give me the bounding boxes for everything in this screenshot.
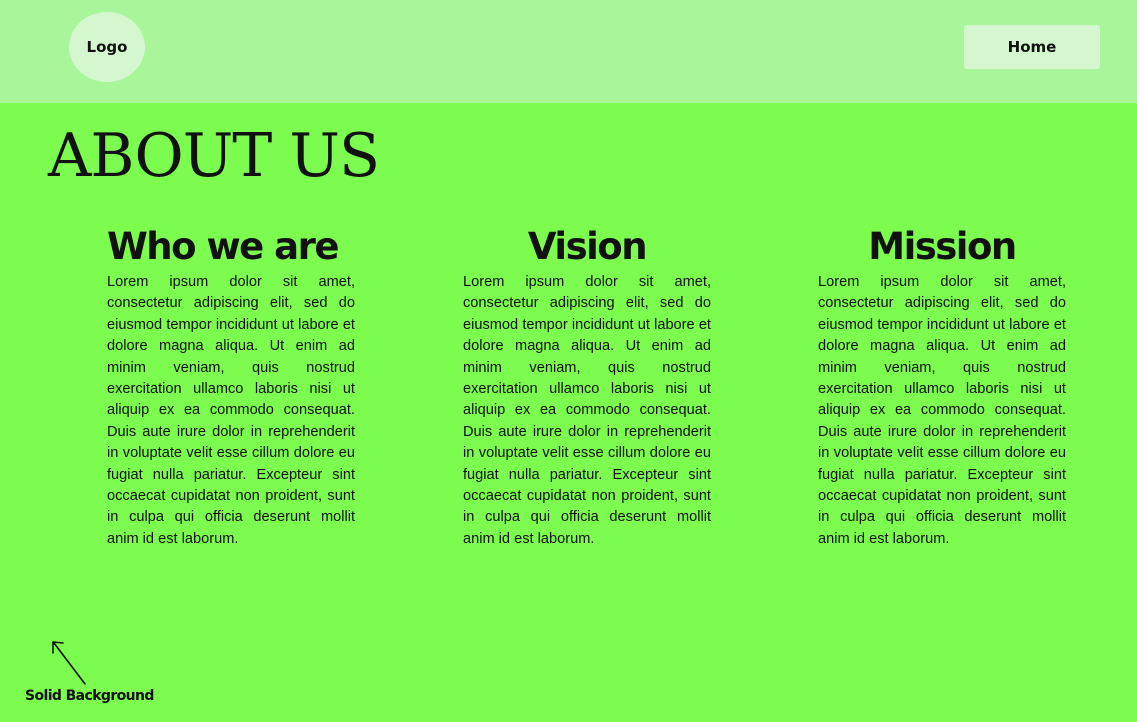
who-we-are-text: Lorem ipsum dolor sit amet, consectetur … xyxy=(107,274,355,547)
logo[interactable]: Logo xyxy=(69,12,145,82)
mission-text: Lorem ipsum dolor sit amet, consectetur … xyxy=(818,274,1066,547)
vision-section: Vision Lorem ipsum dolor sit amet, conse… xyxy=(463,222,711,550)
vision-text: Lorem ipsum dolor sit amet, consectetur … xyxy=(463,274,711,547)
header: Logo Home xyxy=(0,0,1137,103)
mission-heading: Mission xyxy=(868,225,1017,268)
vision-heading: Vision xyxy=(527,225,648,268)
mission-section: Mission Lorem ipsum dolor sit amet, cons… xyxy=(818,222,1066,550)
who-we-are-section: Who we are Lorem ipsum dolor sit amet, c… xyxy=(107,222,355,550)
solid-background-label: Solid Background xyxy=(25,688,154,704)
page-title: ABOUT US xyxy=(48,121,380,191)
who-we-are-heading: Who we are xyxy=(107,225,339,268)
home-button[interactable]: Home xyxy=(964,25,1100,69)
arrow-up-left-icon xyxy=(52,641,86,685)
